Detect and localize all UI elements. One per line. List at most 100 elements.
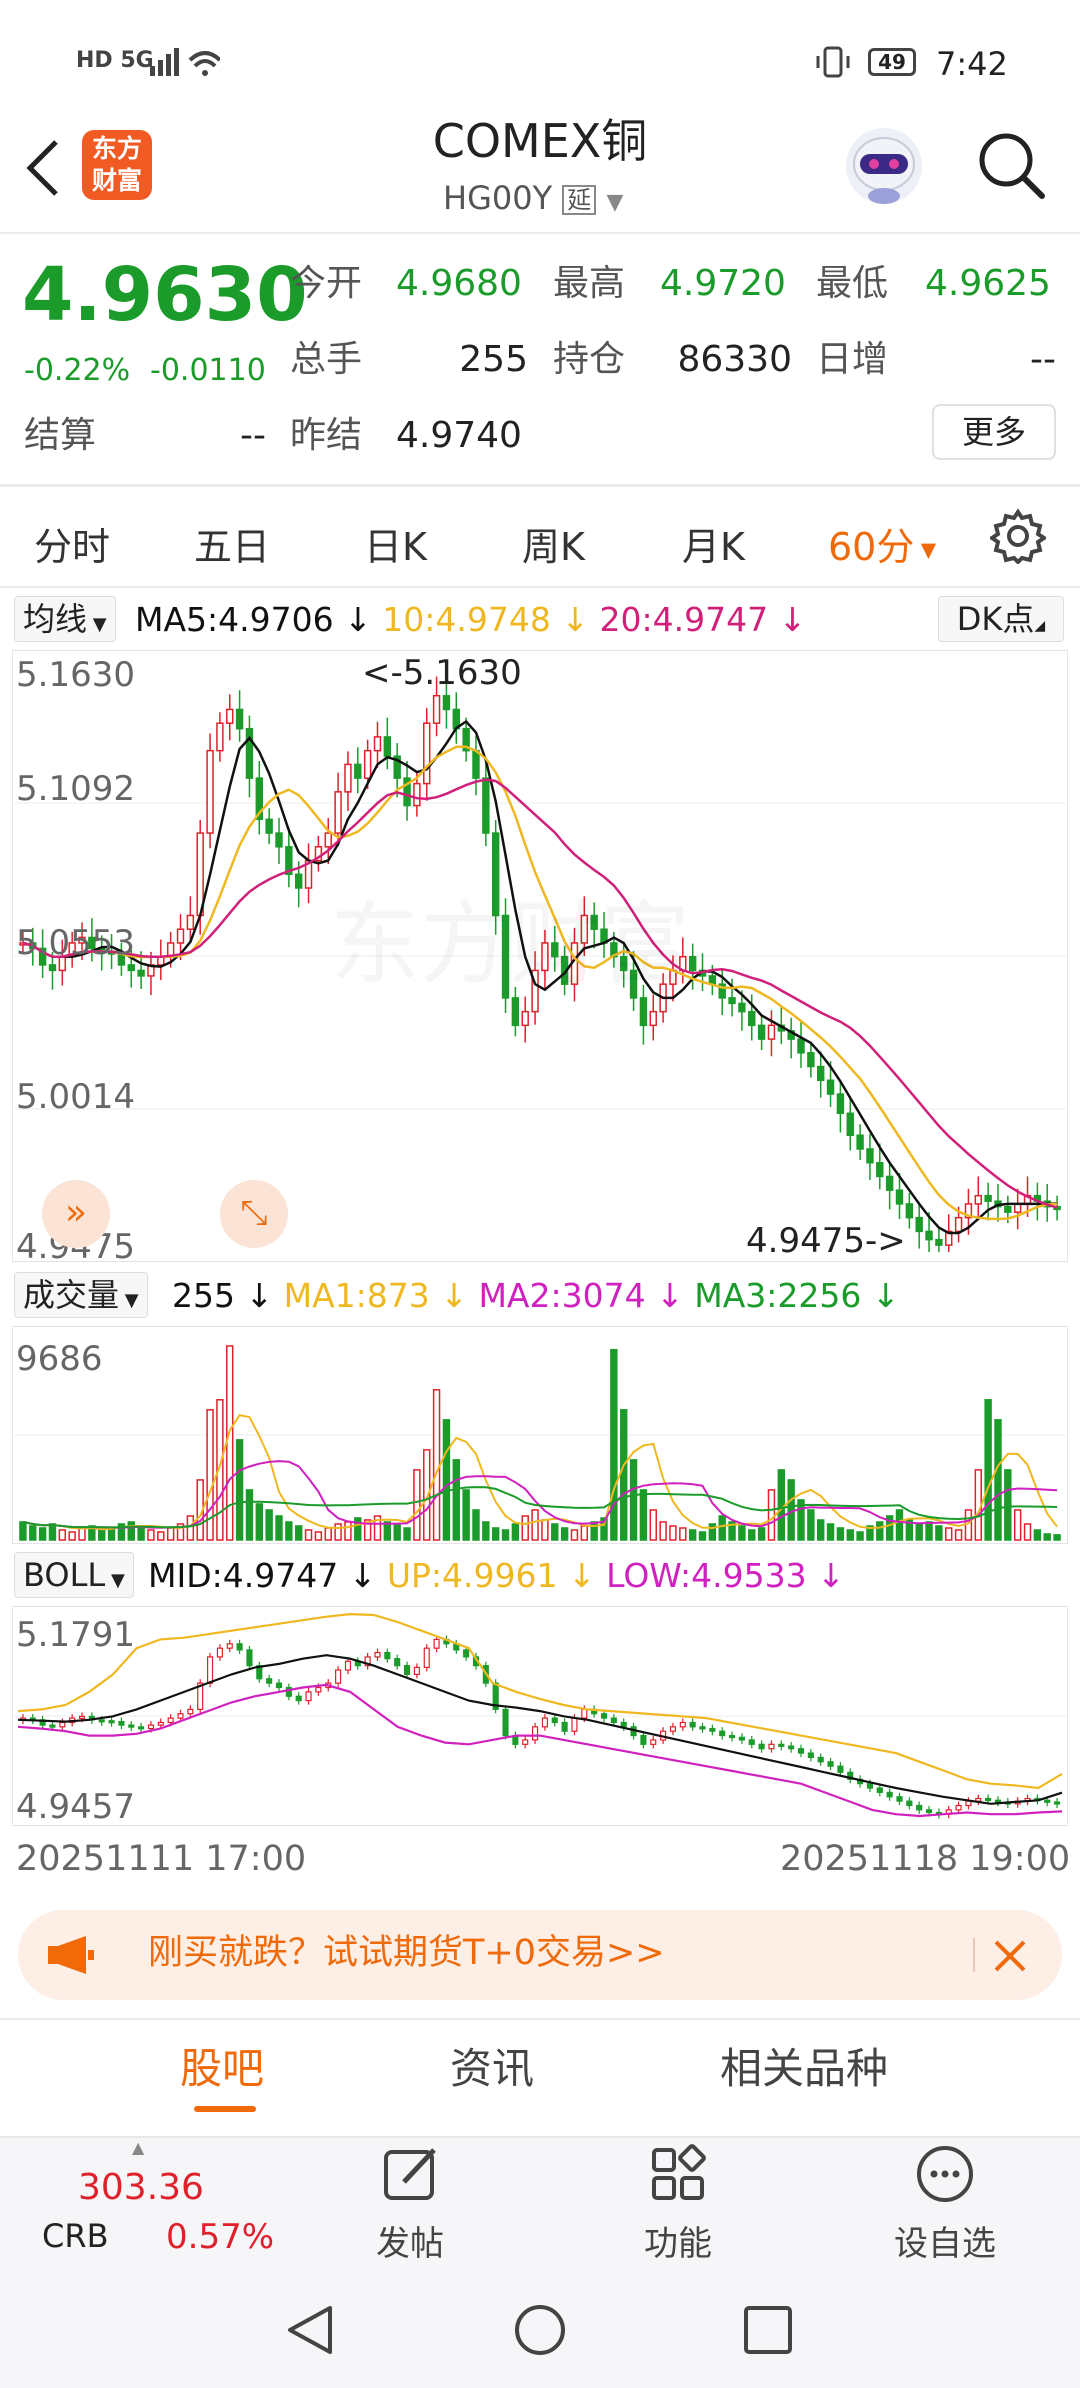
volume-bar (147, 1529, 155, 1541)
boll-selector[interactable]: BOLL ▼ (14, 1552, 134, 1598)
candle-body (216, 722, 224, 752)
volume-bar (1004, 1469, 1012, 1541)
volume-bar (659, 1521, 667, 1541)
candle-body (275, 832, 283, 848)
candle-body (688, 955, 697, 972)
boll-candle-body (374, 1651, 381, 1658)
volume-bar (413, 1469, 421, 1541)
candle-body (334, 791, 342, 834)
boll-y-tick-top: 5.1791 (16, 1615, 135, 1655)
ma5-arrow-icon: ↓ (333, 600, 383, 639)
crb-ticker[interactable]: ▲ 303.36 CRB 0.57% (0, 2136, 300, 2272)
candle-body (373, 736, 382, 752)
clock: 7:42 (936, 45, 1008, 83)
volume-chart[interactable] (12, 1326, 1068, 1544)
crb-value: 303.36 (78, 2167, 204, 2208)
crb-percent: 0.57% (166, 2217, 275, 2257)
volume-bar (679, 1527, 687, 1541)
tab-intraday[interactable]: 分时 (34, 516, 110, 571)
functions-button[interactable]: 功能 (618, 2144, 738, 2264)
tab-news[interactable]: 资讯 (450, 2048, 534, 2090)
dropdown-arrow-icon: ▼ (87, 614, 107, 635)
candle-body (245, 727, 254, 779)
promo-banner[interactable]: 刚买就跌？试试期货T+0交易>> (18, 1910, 1062, 2000)
boll-candle-body (896, 1796, 903, 1802)
volume-bar (935, 1525, 943, 1541)
tab-related[interactable]: 相关品种 (720, 2048, 888, 2090)
boll-candle-body (532, 1726, 539, 1741)
min-price-label: 4.9475-> (746, 1221, 906, 1261)
boll-candle-body (689, 1721, 696, 1728)
nav-recents-icon[interactable] (742, 2304, 794, 2356)
tab-forum[interactable]: 股吧 (180, 2048, 264, 2090)
tab-weekly-k[interactable]: 周K (522, 516, 585, 571)
expand-left-button[interactable]: » (42, 1180, 110, 1248)
boll-candle-body (620, 1721, 627, 1728)
corner-triangle-icon: ◢ (1034, 618, 1046, 634)
volume-y-tick: 9686 (16, 1339, 103, 1379)
volume-bar (807, 1509, 815, 1541)
change-percent: -0.22% (24, 353, 131, 388)
y-tick-1: 5.1630 (16, 655, 135, 695)
volume-bar (98, 1529, 106, 1541)
tab-daily-k[interactable]: 日K (364, 516, 427, 571)
promo-text: 刚买就跌？试试期货T+0交易>> (148, 1933, 665, 1973)
start-date: 20251111 17:00 (16, 1839, 307, 1879)
fullscreen-button[interactable]: ⤡ (220, 1180, 288, 1248)
contract-code-label: HG00Y (443, 179, 553, 217)
settle-value: -- (240, 415, 266, 456)
volume-bar (38, 1527, 47, 1541)
contract-code[interactable]: HG00Y 延 ▼ (443, 182, 623, 215)
search-icon[interactable] (976, 130, 1048, 202)
candle-body (511, 997, 520, 1027)
ma-selector[interactable]: 均线 ▼ (14, 596, 116, 642)
volume-bar (58, 1529, 67, 1541)
candle-body (974, 1194, 982, 1205)
candle-body (935, 1238, 943, 1246)
tab-60min-label: 60分 (828, 525, 915, 569)
y-tick-4: 5.0014 (16, 1077, 135, 1117)
boll-candle-body (187, 1708, 194, 1715)
boll-candle-body (916, 1804, 923, 1811)
add-watchlist-button[interactable]: 设自选 (880, 2144, 1010, 2264)
volume-bar (531, 1509, 539, 1541)
candle-body (482, 777, 490, 834)
battery-icon: 49 (868, 48, 916, 76)
double-chevron-right-icon: » (64, 1192, 88, 1233)
tab-monthly-k[interactable]: 月K (682, 516, 745, 571)
volume-bar (767, 1489, 776, 1541)
candle-body (1013, 1203, 1022, 1213)
volume-selector[interactable]: 成交量 ▼ (14, 1272, 148, 1318)
volume-bar (275, 1515, 283, 1541)
boll-chart[interactable] (12, 1606, 1068, 1826)
boll-mid-arrow-icon: ↓ (338, 1556, 387, 1595)
nav-back-icon[interactable] (282, 2302, 338, 2358)
nav-home-icon[interactable] (512, 2302, 568, 2358)
dk-points-button[interactable]: DK点◢ (938, 596, 1064, 642)
candle-body (757, 1024, 766, 1040)
boll-candle-body (394, 1658, 401, 1667)
boll-candle-body (807, 1752, 814, 1759)
candle-body (127, 964, 135, 972)
candle-body (836, 1093, 845, 1115)
candle-body (206, 749, 214, 834)
ma20-value: 20:4.9747 (599, 600, 769, 639)
volume-bar (442, 1419, 451, 1541)
more-circle-icon (917, 2146, 973, 2202)
settings-gear-icon[interactable] (990, 508, 1046, 564)
volume-bar (452, 1459, 460, 1541)
tab-60min[interactable]: 60分 ▼ (828, 516, 936, 571)
close-icon[interactable] (990, 1936, 1030, 1976)
boll-mid: MID:4.9747 (148, 1556, 339, 1595)
post-button[interactable]: 发帖 (350, 2144, 470, 2264)
volume-bar (334, 1523, 342, 1541)
boll-candle-body (108, 1720, 115, 1724)
volume-bar (432, 1389, 441, 1541)
tab-five-day[interactable]: 五日 (194, 516, 270, 571)
candle-body (472, 749, 480, 779)
robot-assistant-icon[interactable] (842, 124, 926, 208)
boll-candle-body (669, 1726, 677, 1732)
add-watchlist-label: 设自选 (894, 2224, 996, 2264)
boll-candle-body (275, 1682, 283, 1689)
more-button[interactable]: 更多 (932, 404, 1056, 460)
